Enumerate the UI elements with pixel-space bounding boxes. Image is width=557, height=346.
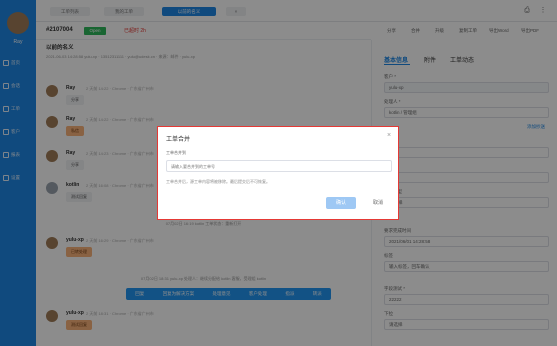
cancel-button[interactable]: 取消 [366,197,390,209]
merge-warning-text: 工单合并后，源工单内容将被移除。最后提交后不可恢复。 [166,179,270,184]
merge-target-label: 工单合并到 [166,150,186,155]
dialog-title: 工单合并 [166,137,191,143]
merge-target-input[interactable] [166,160,392,172]
confirm-button[interactable]: 确认 [326,197,356,209]
merge-ticket-dialog: 工单合并 × 工单合并到 工单合并后，源工单内容将被移除。最后提交后不可恢复。 … [157,126,399,220]
close-icon[interactable]: × [387,132,391,139]
